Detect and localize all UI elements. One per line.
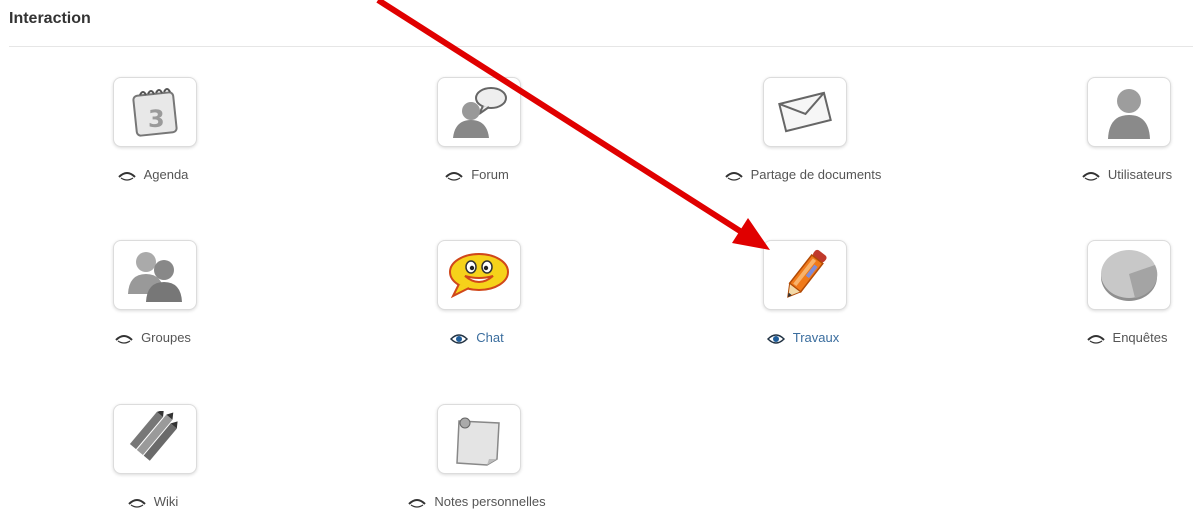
eye-closed-icon[interactable] — [117, 171, 136, 181]
agenda-tile[interactable]: 3 — [113, 77, 197, 147]
tool-label: Groupes — [141, 330, 191, 345]
section-divider — [9, 46, 1193, 47]
forum-link[interactable]: Forum — [387, 167, 567, 182]
groups-tile[interactable] — [113, 240, 197, 310]
eye-closed-icon[interactable] — [115, 334, 133, 344]
pencils-wiki-icon — [129, 411, 178, 461]
chat-link[interactable]: Chat — [387, 330, 567, 345]
users-tile[interactable] — [1087, 77, 1171, 147]
tool-label: Chat — [476, 330, 504, 345]
surveys-link[interactable]: Enquêtes — [1037, 330, 1193, 345]
surveys-tile[interactable] — [1087, 240, 1171, 310]
user-icon — [1108, 89, 1150, 139]
chat-tile[interactable] — [437, 240, 521, 310]
section-title: Interaction — [9, 10, 91, 27]
wiki-tile[interactable] — [113, 404, 197, 474]
travaux-link[interactable]: Travaux — [713, 330, 893, 345]
forum-user-icon — [453, 87, 507, 138]
eye-closed-icon[interactable] — [408, 498, 427, 508]
documents-link[interactable]: Partage de documents — [713, 167, 893, 182]
users-group-icon — [128, 252, 182, 302]
svg-text:3: 3 — [148, 105, 165, 133]
calendar-icon: 3 — [132, 88, 178, 137]
smiley-chat-icon — [449, 253, 509, 299]
tool-label: Travaux — [792, 330, 840, 345]
pencil-icon — [787, 249, 827, 298]
tool-label: Enquêtes — [1112, 330, 1168, 345]
travaux-tile[interactable] — [763, 240, 847, 310]
eye-closed-icon[interactable] — [445, 171, 463, 181]
eye-closed-icon[interactable] — [1082, 171, 1100, 181]
tool-label: Partage de documents — [750, 167, 882, 182]
users-link[interactable]: Utilisateurs — [1037, 167, 1193, 182]
documents-tile[interactable] — [763, 77, 847, 147]
eye-closed-icon[interactable] — [128, 498, 146, 508]
eye-closed-icon[interactable] — [724, 171, 743, 181]
groups-link[interactable]: Groupes — [63, 330, 243, 345]
annotation-arrow-shaft — [376, 0, 742, 234]
tool-label: Forum — [471, 167, 509, 182]
tool-label: Utilisateurs — [1107, 167, 1173, 182]
envelope-icon — [778, 91, 832, 133]
forum-tile[interactable] — [437, 77, 521, 147]
tool-label: Agenda — [143, 167, 189, 182]
notes-tile[interactable] — [437, 404, 521, 474]
eye-open-icon[interactable] — [766, 333, 785, 345]
eye-closed-icon[interactable] — [1086, 334, 1105, 344]
eye-open-icon[interactable] — [450, 333, 469, 345]
sticky-note-icon — [456, 417, 500, 466]
agenda-link[interactable]: Agenda — [63, 167, 243, 182]
pie-survey-icon — [1101, 250, 1158, 301]
